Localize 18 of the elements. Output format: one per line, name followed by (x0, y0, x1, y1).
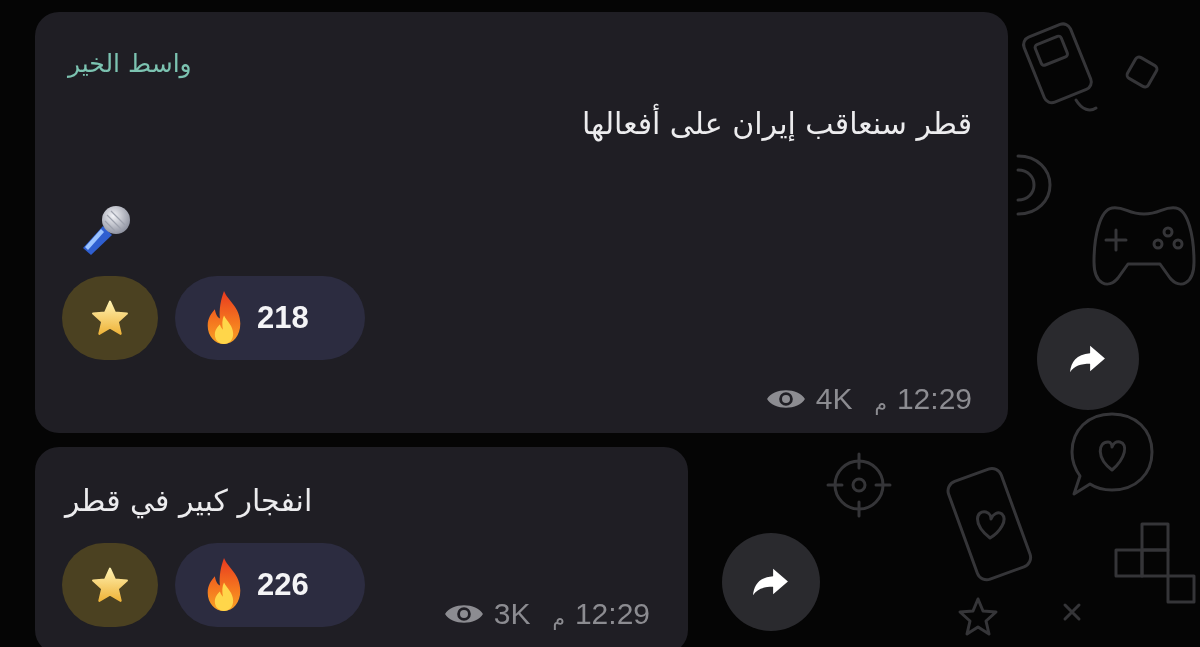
star-icon (91, 300, 129, 336)
message-text: انفجار كبير في قطر (65, 482, 313, 521)
fire-reaction-button[interactable]: 218 (175, 276, 365, 360)
star-icon (91, 567, 129, 603)
sender-name: واسط الخير (68, 48, 192, 80)
fire-reaction-button[interactable]: 226 (175, 543, 365, 627)
message-time: 12:29 (574, 596, 650, 632)
cross-icon (1062, 602, 1082, 622)
forward-icon (1070, 344, 1106, 374)
time-period: م (552, 605, 565, 632)
view-count: 3K (493, 596, 531, 632)
forward-icon (753, 567, 789, 597)
star-outline-icon (956, 596, 1000, 638)
crosshair-icon (826, 452, 892, 518)
message-time: 12:29 (896, 381, 972, 417)
time-period: م (874, 390, 887, 417)
message-text: قطر سنعاقب إيران على أفعالها (581, 102, 972, 146)
view-count: 4K (815, 381, 853, 417)
